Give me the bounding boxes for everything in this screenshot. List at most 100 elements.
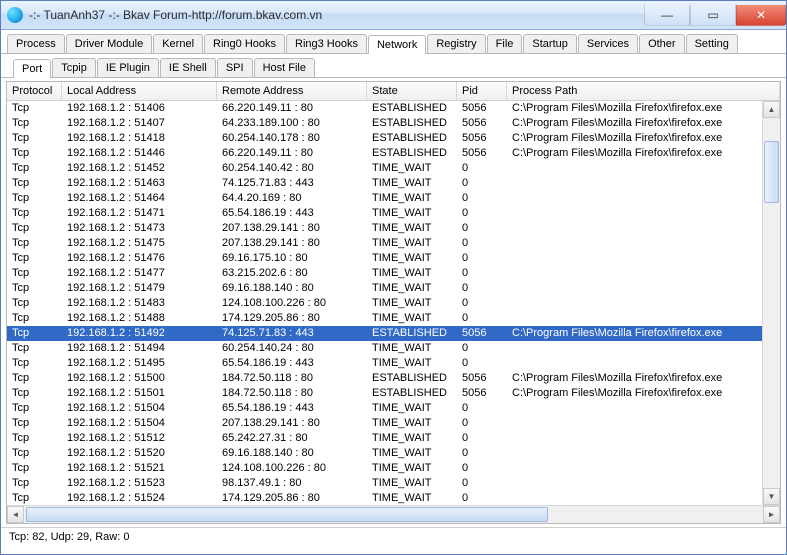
cell: TIME_WAIT [367,296,457,311]
vertical-scrollbar[interactable]: ▲ ▼ [762,101,780,505]
cell [507,251,763,266]
scroll-up-arrow-icon[interactable]: ▲ [763,101,780,118]
hscroll-thumb[interactable] [26,507,548,522]
table-row[interactable]: Tcp192.168.1.2 : 5140666.220.149.11 : 80… [7,101,763,116]
table-row[interactable]: Tcp192.168.1.2 : 51475207.138.29.141 : 8… [7,236,763,251]
table-row[interactable]: Tcp192.168.1.2 : 51500184.72.50.118 : 80… [7,371,763,386]
subtab-host-file[interactable]: Host File [254,58,315,77]
cell: 5056 [457,101,507,116]
tab-process[interactable]: Process [7,34,65,53]
cell: 192.168.1.2 : 51476 [62,251,217,266]
table-row[interactable]: Tcp192.168.1.2 : 51501184.72.50.118 : 80… [7,386,763,401]
cell: 65.54.186.19 : 443 [217,356,367,371]
close-button[interactable]: ✕ [736,5,786,26]
tab-kernel[interactable]: Kernel [153,34,203,53]
table-row[interactable]: Tcp192.168.1.2 : 5140764.233.189.100 : 8… [7,116,763,131]
cell: 0 [457,446,507,461]
table-row[interactable]: Tcp192.168.1.2 : 51483124.108.100.226 : … [7,296,763,311]
table-row[interactable]: Tcp192.168.1.2 : 51524174.129.205.86 : 8… [7,491,763,505]
subtab-spi[interactable]: SPI [217,58,253,77]
cell: Tcp [7,146,62,161]
table-row[interactable]: Tcp192.168.1.2 : 5149274.125.71.83 : 443… [7,326,763,341]
cell: Tcp [7,311,62,326]
subtab-ie-shell[interactable]: IE Shell [160,58,216,77]
cell [507,281,763,296]
cell: 5056 [457,146,507,161]
scroll-thumb[interactable] [764,141,779,203]
table-row[interactable]: Tcp192.168.1.2 : 5145260.254.140.42 : 80… [7,161,763,176]
column-header-state[interactable]: State [367,82,457,100]
maximize-button[interactable]: ▭ [690,5,736,26]
tab-services[interactable]: Services [578,34,638,53]
column-header-protocol[interactable]: Protocol [7,82,62,100]
cell: 0 [457,491,507,505]
cell: C:\Program Files\Mozilla Firefox\firefox… [507,116,763,131]
cell: 0 [457,311,507,326]
tab-registry[interactable]: Registry [427,34,485,53]
subtab-ie-plugin[interactable]: IE Plugin [97,58,159,77]
cell [507,446,763,461]
tab-ring3-hooks[interactable]: Ring3 Hooks [286,34,367,53]
scroll-right-arrow-icon[interactable]: ► [763,506,780,523]
column-header-remote-address[interactable]: Remote Address [217,82,367,100]
table-row[interactable]: Tcp192.168.1.2 : 5147763.215.202.6 : 80T… [7,266,763,281]
tab-ring0-hooks[interactable]: Ring0 Hooks [204,34,285,53]
cell: 0 [457,251,507,266]
table-row[interactable]: Tcp192.168.1.2 : 5141860.254.140.178 : 8… [7,131,763,146]
cell: 69.16.175.10 : 80 [217,251,367,266]
subtab-port[interactable]: Port [13,59,51,78]
cell: 207.138.29.141 : 80 [217,416,367,431]
table-row[interactable]: Tcp192.168.1.2 : 5152398.137.49.1 : 80TI… [7,476,763,491]
tab-file[interactable]: File [487,34,523,53]
horizontal-scrollbar[interactable]: ◄ ► [7,505,780,523]
tab-setting[interactable]: Setting [686,34,738,53]
table-row[interactable]: Tcp192.168.1.2 : 51488174.129.205.86 : 8… [7,311,763,326]
table-row[interactable]: Tcp192.168.1.2 : 5149460.254.140.24 : 80… [7,341,763,356]
cell: 64.4.20.169 : 80 [217,191,367,206]
cell: TIME_WAIT [367,206,457,221]
table-row[interactable]: Tcp192.168.1.2 : 5151265.242.27.31 : 80T… [7,431,763,446]
table-row[interactable]: Tcp192.168.1.2 : 51504207.138.29.141 : 8… [7,416,763,431]
cell: Tcp [7,461,62,476]
column-header-pid[interactable]: Pid [457,82,507,100]
cell: 0 [457,431,507,446]
cell [507,266,763,281]
hscroll-track[interactable] [24,506,763,523]
table-row[interactable]: Tcp192.168.1.2 : 5149565.54.186.19 : 443… [7,356,763,371]
table-row[interactable]: Tcp192.168.1.2 : 5147969.16.188.140 : 80… [7,281,763,296]
cell: 65.54.186.19 : 443 [217,206,367,221]
tab-startup[interactable]: Startup [523,34,576,53]
cell [507,401,763,416]
table-row[interactable]: Tcp192.168.1.2 : 51473207.138.29.141 : 8… [7,221,763,236]
table-row[interactable]: Tcp192.168.1.2 : 5150465.54.186.19 : 443… [7,401,763,416]
tab-network[interactable]: Network [368,35,426,54]
cell [507,476,763,491]
subtab-tcpip[interactable]: Tcpip [52,58,96,77]
tab-driver-module[interactable]: Driver Module [66,34,152,53]
titlebar[interactable]: -:- TuanAnh37 -:- Bkav Forum-http://foru… [1,1,786,30]
cell: ESTABLISHED [367,371,457,386]
cell: TIME_WAIT [367,251,457,266]
minimize-button[interactable]: — [644,5,690,26]
cell: Tcp [7,416,62,431]
table-row[interactable]: Tcp192.168.1.2 : 51521124.108.100.226 : … [7,461,763,476]
table-row[interactable]: Tcp192.168.1.2 : 5146374.125.71.83 : 443… [7,176,763,191]
cell: TIME_WAIT [367,401,457,416]
cell [507,206,763,221]
table-row[interactable]: Tcp192.168.1.2 : 5152069.16.188.140 : 80… [7,446,763,461]
column-header-process-path[interactable]: Process Path [507,82,780,100]
cell: 0 [457,401,507,416]
scroll-left-arrow-icon[interactable]: ◄ [7,506,24,523]
table-row[interactable]: Tcp192.168.1.2 : 5147669.16.175.10 : 80T… [7,251,763,266]
cell: 74.125.71.83 : 443 [217,326,367,341]
tab-other[interactable]: Other [639,34,685,53]
table-rows: Tcp192.168.1.2 : 5140666.220.149.11 : 80… [7,101,763,505]
cell: Tcp [7,221,62,236]
table-row[interactable]: Tcp192.168.1.2 : 5146464.4.20.169 : 80TI… [7,191,763,206]
cell: 0 [457,296,507,311]
table-row[interactable]: Tcp192.168.1.2 : 5144666.220.149.11 : 80… [7,146,763,161]
cell: Tcp [7,356,62,371]
scroll-down-arrow-icon[interactable]: ▼ [763,488,780,505]
table-row[interactable]: Tcp192.168.1.2 : 5147165.54.186.19 : 443… [7,206,763,221]
column-header-local-address[interactable]: Local Address [62,82,217,100]
